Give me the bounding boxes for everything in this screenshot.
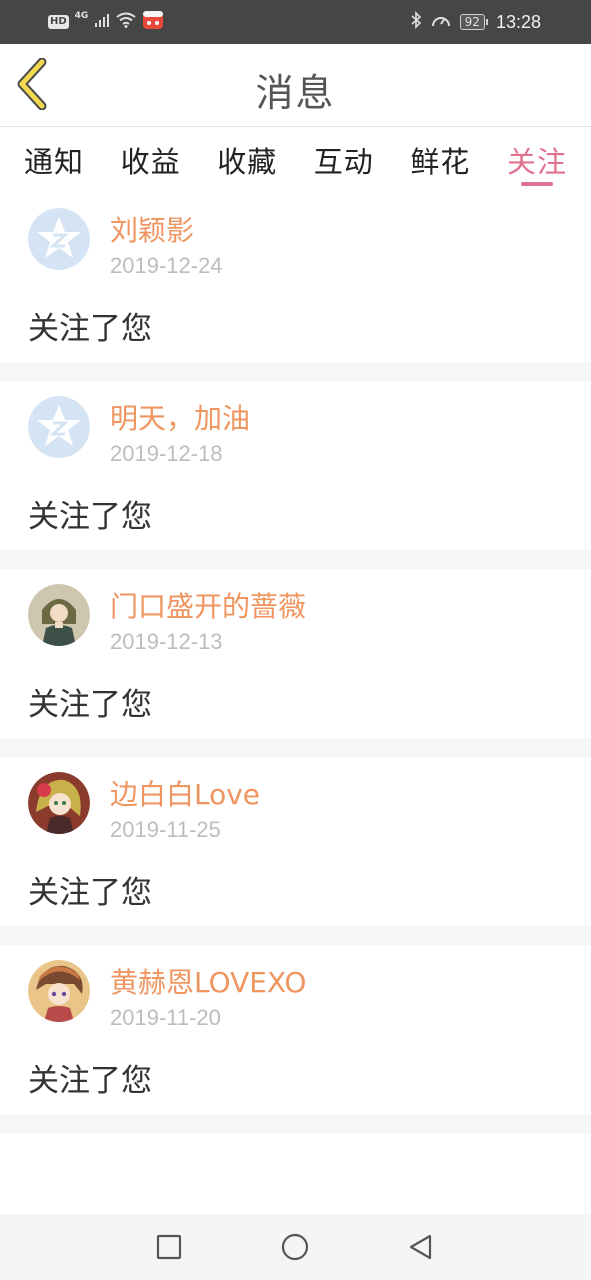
page-header: 消息 — [0, 44, 591, 127]
back-nav-button[interactable] — [406, 1232, 436, 1262]
system-nav-bar — [0, 1214, 591, 1280]
battery-level: 92 — [459, 14, 485, 30]
avatar[interactable] — [28, 208, 90, 270]
recent-apps-button[interactable] — [154, 1232, 184, 1262]
category-tabs: 通知 收益 收藏 互动 鲜花 关注 — [0, 127, 591, 193]
status-left-group: HD 4G — [48, 10, 164, 34]
tab-label: 互动 — [313, 145, 374, 179]
avatar[interactable] — [28, 584, 90, 646]
home-button[interactable] — [280, 1232, 310, 1262]
message-text: 关注了您 — [28, 1063, 152, 1099]
anime-girl-avatar-icon — [28, 772, 90, 834]
message-text: 关注了您 — [28, 311, 152, 347]
battery-icon: 92 — [459, 14, 488, 30]
message-date: 2019-12-24 — [110, 253, 223, 278]
tab-notifications[interactable]: 通知 — [24, 127, 84, 193]
tab-label: 通知 — [24, 145, 85, 179]
tab-interactions[interactable]: 互动 — [314, 127, 374, 193]
user-name[interactable]: 黄赫恩LOVEXO — [110, 961, 306, 1001]
battery-tip — [485, 19, 488, 25]
anime-girl-avatar-icon — [28, 960, 90, 1022]
network-type-label: 4G — [74, 11, 89, 21]
wifi-icon — [116, 12, 136, 33]
tab-label: 关注 — [506, 145, 567, 179]
message-date: 2019-11-25 — [110, 817, 221, 842]
list-item[interactable]: 明天，加油 2019-12-18 关注了您 — [0, 381, 591, 569]
avatar[interactable] — [28, 772, 90, 834]
avatar[interactable] — [28, 960, 90, 1022]
list-item[interactable]: 刘颖影 2019-12-24 关注了您 — [0, 193, 591, 381]
message-text: 关注了您 — [28, 499, 152, 535]
message-text: 关注了您 — [28, 687, 152, 723]
bluetooth-icon — [410, 10, 422, 34]
status-time: 13:28 — [495, 11, 541, 32]
list-item[interactable]: 门口盛开的蔷薇 2019-12-13 关注了您 — [0, 569, 591, 757]
user-name[interactable]: 明天，加油 — [110, 397, 250, 437]
user-name[interactable]: 刘颖影 — [110, 209, 194, 249]
recent-apps-icon — [156, 1234, 182, 1260]
tab-label: 收藏 — [217, 145, 278, 179]
home-icon — [281, 1233, 309, 1261]
tab-favorites[interactable]: 收藏 — [217, 127, 277, 193]
cellular-signal-icon — [94, 12, 110, 33]
active-tab-indicator — [520, 182, 553, 186]
tab-label: 收益 — [120, 145, 181, 179]
tab-flowers[interactable]: 鲜花 — [410, 127, 470, 193]
anime-girl-avatar-icon — [28, 584, 90, 646]
user-name[interactable]: 门口盛开的蔷薇 — [110, 585, 306, 625]
tab-earnings[interactable]: 收益 — [121, 127, 181, 193]
tab-following[interactable]: 关注 — [507, 127, 567, 193]
list-item[interactable]: 黄赫恩LOVEXO 2019-11-20 关注了您 — [0, 945, 591, 1134]
avatar[interactable] — [28, 396, 90, 458]
message-date: 2019-11-20 — [110, 1005, 221, 1030]
list-item[interactable]: 边白白Love 2019-11-25 关注了您 — [0, 757, 591, 945]
back-triangle-icon — [409, 1234, 432, 1260]
default-star-avatar-icon — [28, 208, 90, 270]
app-root: HD 4G 92 13:28 消息 通知 收益 收藏 互动 鲜花 关注 刘颖影 … — [0, 0, 591, 1280]
page-title: 消息 — [255, 71, 336, 115]
message-date: 2019-12-13 — [110, 629, 223, 654]
message-text: 关注了您 — [28, 875, 152, 911]
app-notification-icon — [142, 10, 164, 35]
message-list: 刘颖影 2019-12-24 关注了您 明天，加油 2019-12-18 关注了… — [0, 193, 591, 1134]
speed-gauge-icon — [430, 11, 452, 34]
status-right-group: 92 13:28 — [410, 10, 541, 34]
status-bar: HD 4G 92 13:28 — [0, 0, 591, 44]
message-date: 2019-12-18 — [110, 441, 223, 466]
tab-label: 鲜花 — [410, 145, 471, 179]
default-star-avatar-icon — [28, 396, 90, 458]
hd-icon: HD — [48, 15, 69, 29]
user-name[interactable]: 边白白Love — [110, 773, 260, 813]
